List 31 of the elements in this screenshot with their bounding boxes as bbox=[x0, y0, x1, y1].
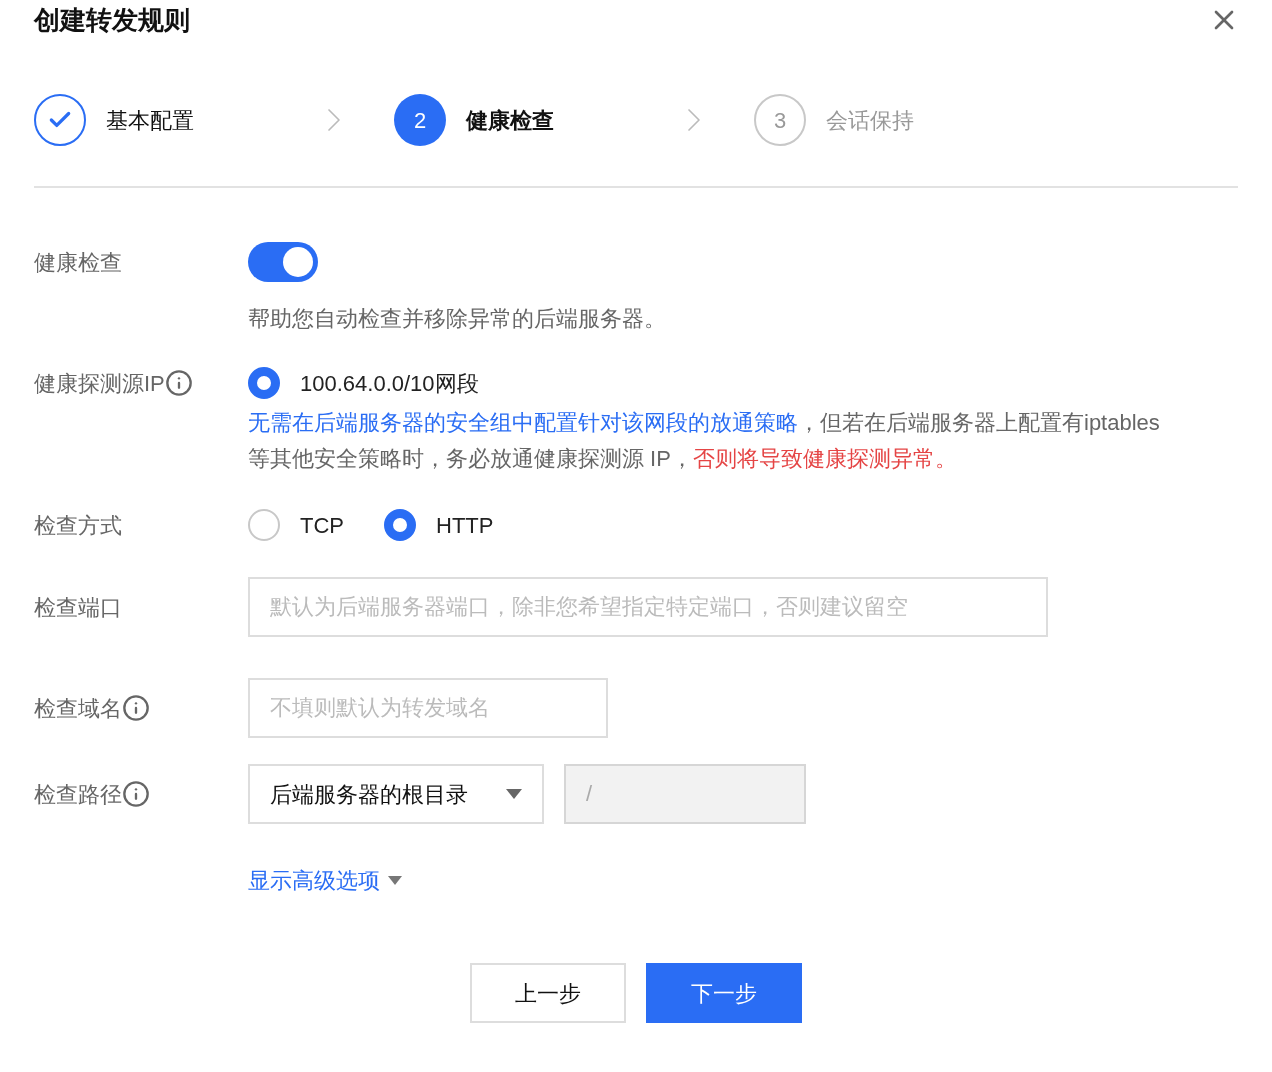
note-link[interactable]: 无需在后端服务器的安全组中配置针对该网段的放通策略 bbox=[248, 410, 798, 435]
radio-option[interactable]: HTTP bbox=[384, 508, 494, 542]
advanced-options-link[interactable]: 显示高级选项 bbox=[248, 864, 380, 897]
field-label: 健康探测源IP bbox=[34, 369, 165, 398]
field-label: 检查方式 bbox=[34, 511, 122, 540]
caret-down-icon bbox=[388, 876, 402, 885]
port-input[interactable]: 默认为后端服务器端口，除非您希望指定特定端口，否则建议留空 bbox=[248, 577, 1048, 637]
path-select[interactable]: 后端服务器的根目录 bbox=[248, 764, 544, 824]
field-label: 检查端口 bbox=[34, 593, 122, 622]
radio-unselected[interactable] bbox=[248, 509, 280, 541]
info-icon[interactable] bbox=[164, 369, 193, 397]
dialog-title: 创建转发规则 bbox=[34, 3, 190, 37]
radio-option[interactable]: TCP bbox=[248, 508, 344, 542]
step-label: 基本配置 bbox=[106, 106, 194, 135]
note-text: 无需在后端服务器的安全组中配置针对该网段的放通策略，但若在后端服务器上配置有iptables等其他安全策略时，务必放通健康探测源 IP，否则将导致健康探测异常。 bbox=[248, 409, 1161, 473]
next-button[interactable]: 下一步 bbox=[646, 963, 802, 1023]
radio-selected[interactable] bbox=[248, 367, 280, 399]
field-label: 健康检查 bbox=[34, 248, 122, 277]
info-icon[interactable] bbox=[122, 780, 150, 808]
hint-text: 帮助您自动检查并移除异常的后端服务器。 bbox=[248, 305, 666, 333]
domain-input[interactable]: 不填则默认为转发域名 bbox=[248, 678, 608, 738]
toggle-switch[interactable] bbox=[248, 242, 318, 282]
field-label: 检查域名 bbox=[34, 694, 122, 723]
previous-button[interactable]: 上一步 bbox=[470, 963, 626, 1023]
radio-selected[interactable] bbox=[384, 509, 416, 541]
step-label: 健康检查 bbox=[466, 106, 554, 135]
step-label: 会话保持 bbox=[826, 106, 914, 135]
radio-option[interactable]: 100.64.0.0/10网段 bbox=[248, 366, 479, 400]
field-label: 检查路径 bbox=[34, 780, 122, 809]
info-icon[interactable] bbox=[122, 694, 150, 722]
caret-down-icon bbox=[506, 789, 522, 799]
